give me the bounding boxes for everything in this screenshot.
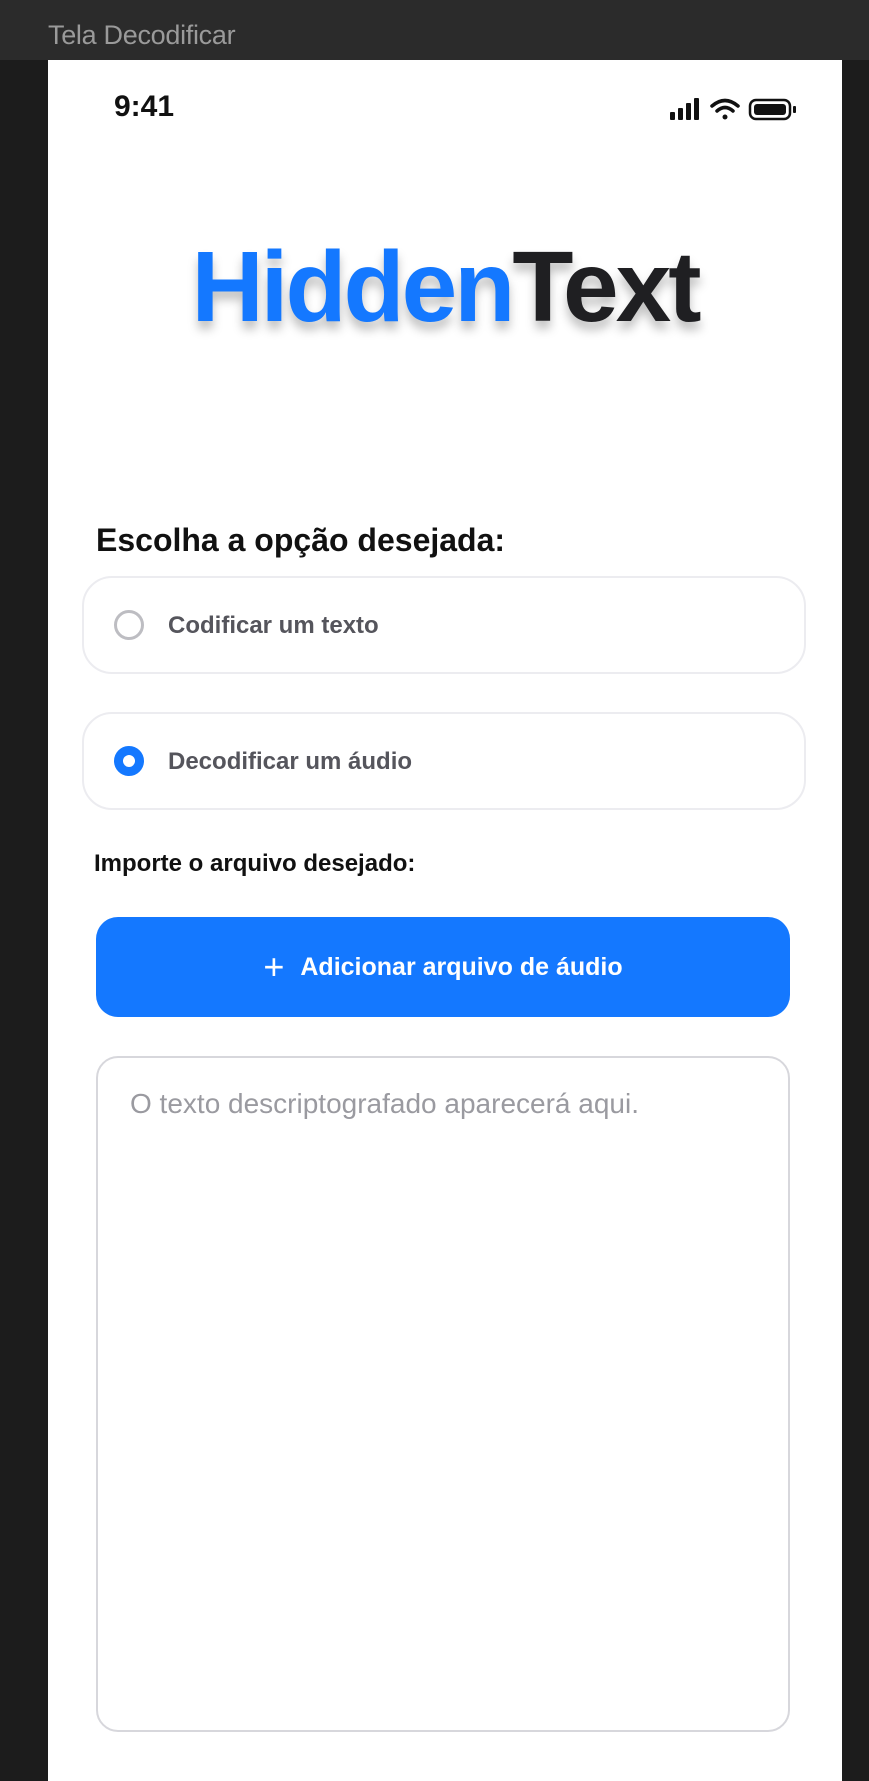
plus-icon: +: [263, 946, 285, 987]
app-title-part2: Text: [512, 231, 701, 343]
option-encode-text[interactable]: Codificar um texto: [82, 576, 806, 674]
option-label: Decodificar um áudio: [168, 748, 413, 775]
option-decode-audio[interactable]: Decodificar um áudio: [82, 712, 806, 810]
add-audio-file-label: Adicionar arquivo de áudio: [300, 952, 623, 981]
option-prompt: Escolha a opção desejada:: [96, 522, 506, 558]
cellular-signal-icon: [670, 98, 699, 120]
decoded-text-output[interactable]: O texto descriptografado aparecerá aqui.: [96, 1056, 790, 1732]
phone-screen: 9:41 HiddenText Escolha a opção desejada…: [48, 60, 842, 1781]
app-title-part1: Hidden: [191, 231, 515, 343]
radio-unselected-icon[interactable]: [114, 610, 144, 640]
frame-title-bar: Tela Decodificar: [0, 0, 869, 60]
option-label: Codificar um texto: [168, 612, 379, 639]
frame-title: Tela Decodificar: [48, 20, 236, 50]
radio-selected-icon[interactable]: [114, 746, 144, 776]
frame-border-left: [0, 60, 48, 1781]
status-icons: [652, 96, 812, 124]
wifi-icon: [710, 98, 740, 120]
status-time: 9:41: [114, 90, 175, 123]
add-audio-file-button[interactable]: + Adicionar arquivo de áudio: [96, 917, 790, 1017]
import-label: Importe o arquivo desejado:: [94, 850, 416, 877]
app-title: HiddenText: [48, 230, 842, 345]
frame-border-right: [842, 60, 869, 1781]
battery-icon: [748, 98, 796, 121]
output-placeholder: O texto descriptografado aparecerá aqui.: [130, 1088, 639, 1119]
